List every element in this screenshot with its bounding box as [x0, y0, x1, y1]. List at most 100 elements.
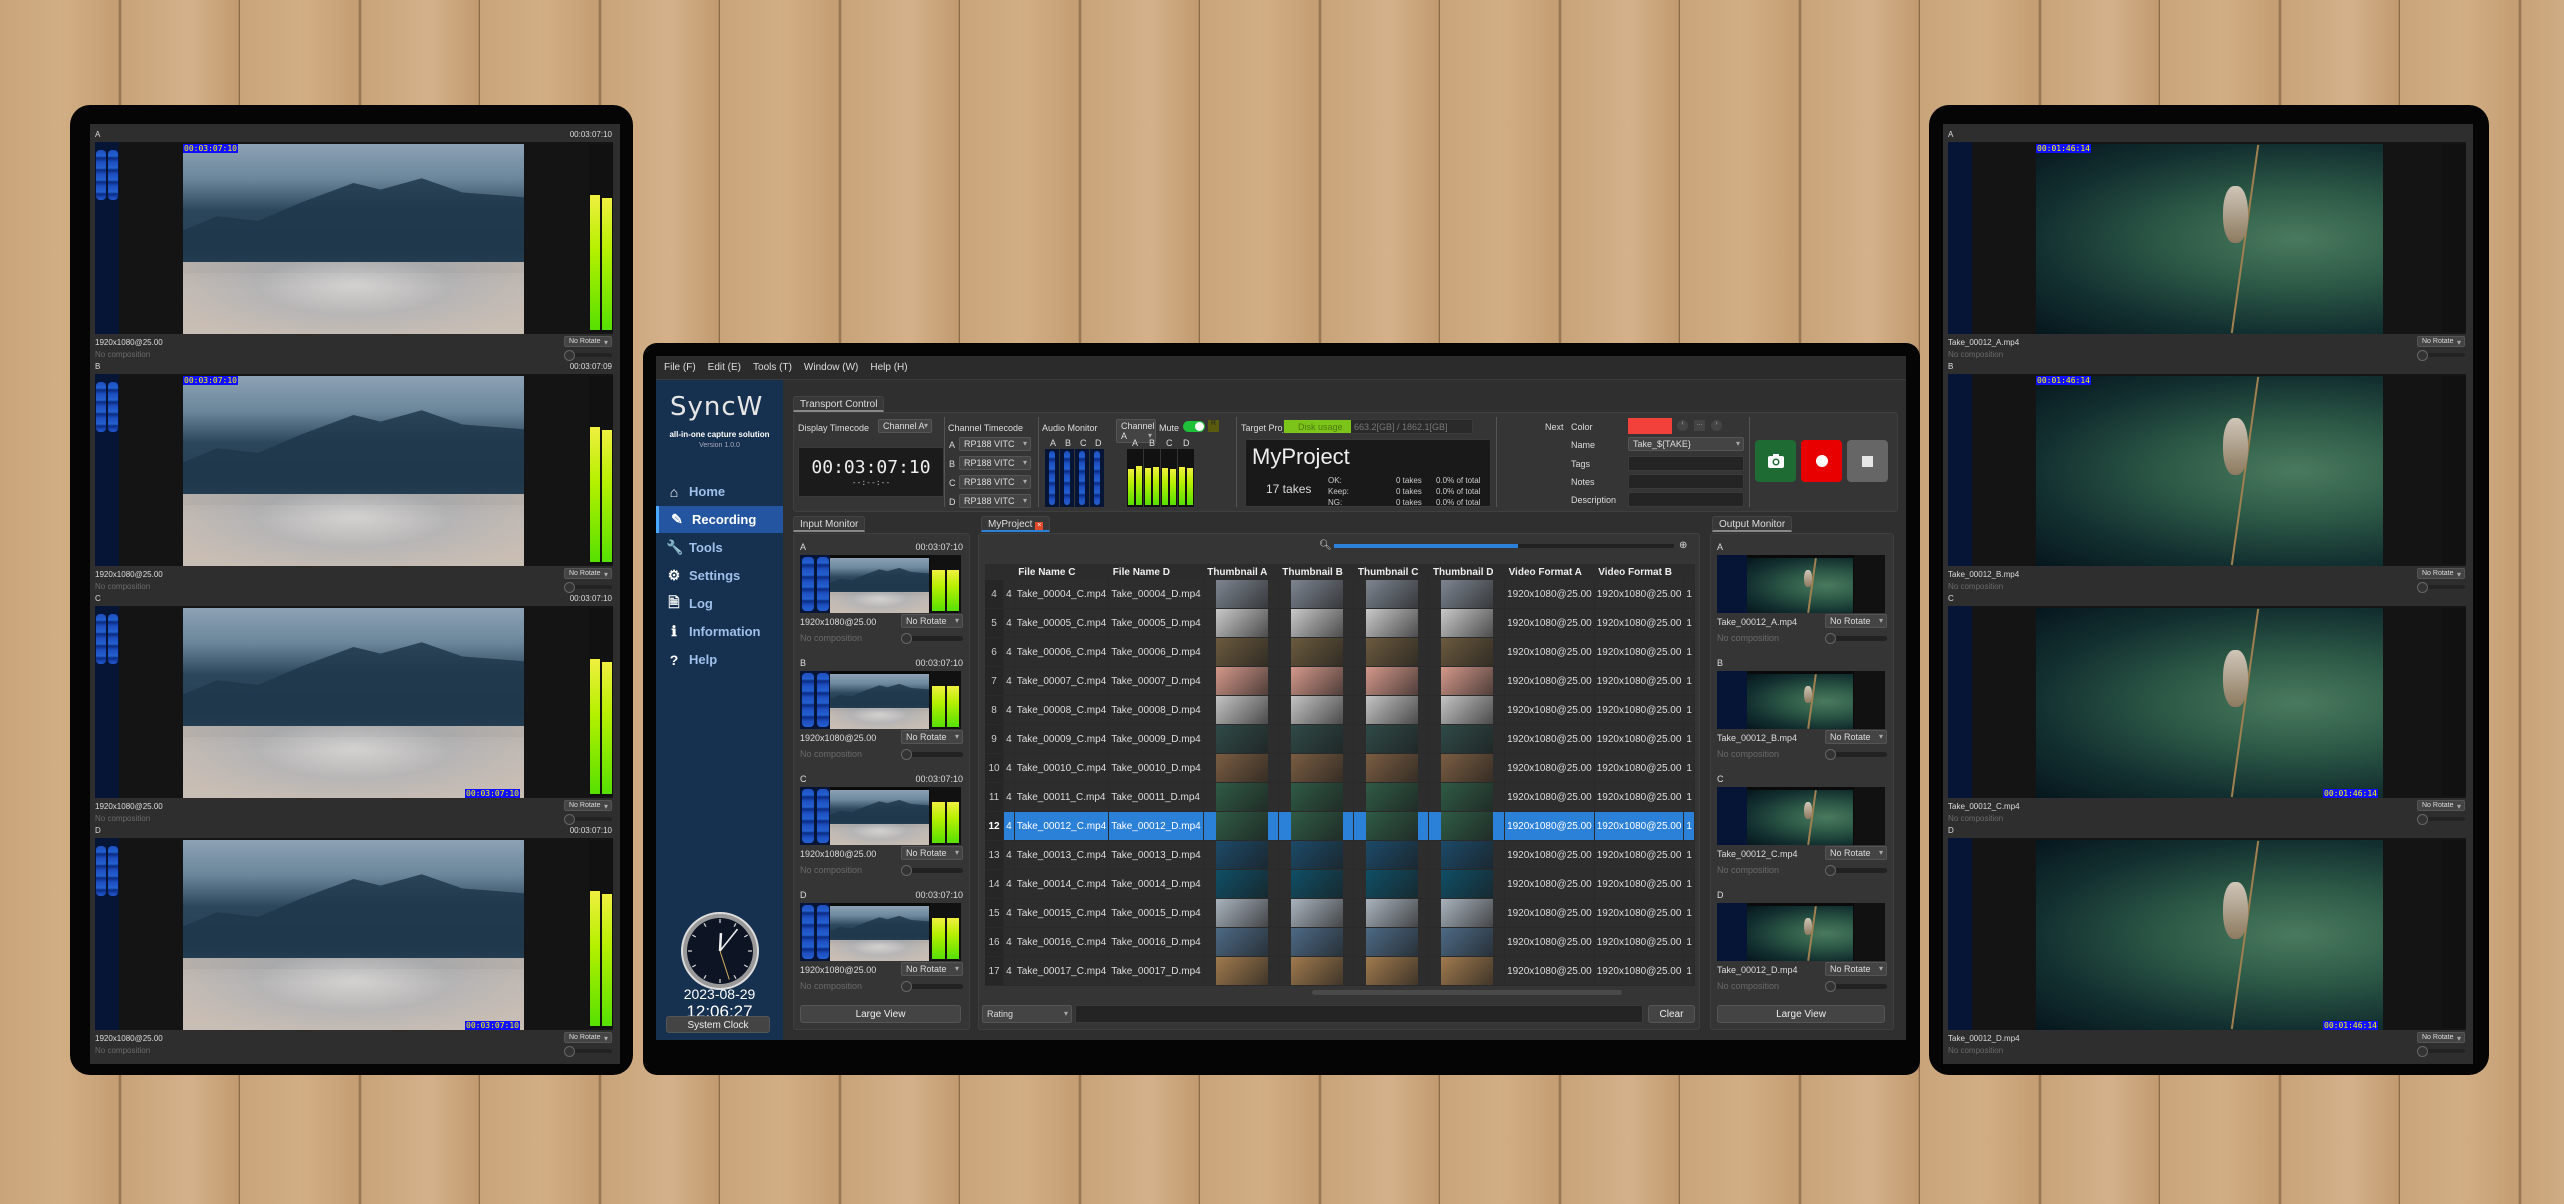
more-button[interactable]: ...: [1694, 420, 1705, 431]
close-tab-icon[interactable]: ×: [1035, 522, 1044, 530]
table-row[interactable]: 8 4 Take_00008_C.mp4 Take_00008_D.mp4 1920x1…: [985, 695, 1695, 726]
column-header[interactable]: [985, 564, 1004, 580]
table-row[interactable]: 13 4 Take_00013_C.mp4 Take_00013_D.mp4 1920x…: [985, 840, 1695, 871]
channel-d-timecode-source[interactable]: RP188 VITC: [959, 494, 1031, 508]
stop-button[interactable]: [1847, 440, 1888, 482]
composition-slider[interactable]: [2417, 582, 2465, 593]
filter-field-select[interactable]: Rating: [982, 1005, 1072, 1023]
table-row[interactable]: 16 4 Take_00016_C.mp4 Take_00016_D.mp4 1920x…: [985, 927, 1695, 958]
video-preview-b[interactable]: 00:01:46:14: [1948, 374, 2466, 566]
composition-slider[interactable]: [2417, 1046, 2465, 1057]
column-header[interactable]: [1683, 564, 1695, 580]
table-row[interactable]: 6 4 Take_00006_C.mp4 Take_00006_D.mp4 1920x1…: [985, 637, 1695, 668]
menu-file[interactable]: File (F): [664, 362, 696, 373]
column-header[interactable]: Video Format B: [1594, 564, 1684, 580]
table-row[interactable]: 15 4 Take_00015_C.mp4 Take_00015_D.mp4 1920x…: [985, 898, 1695, 929]
large-view-button[interactable]: Large View: [1717, 1005, 1885, 1023]
r-button[interactable]: R: [1208, 420, 1219, 432]
column-header[interactable]: Thumbnail A: [1203, 564, 1279, 580]
table-row[interactable]: 11 4 Take_00011_C.mp4 Take_00011_D.mp4 1920x…: [985, 782, 1695, 813]
composition-slider[interactable]: [901, 865, 963, 876]
composition-slider[interactable]: [1825, 749, 1887, 760]
video-preview-b[interactable]: 00:03:07:10: [95, 374, 613, 566]
sidebar-item-information[interactable]: ℹ Information: [656, 618, 783, 645]
rotate-select[interactable]: No Rotate: [2417, 1032, 2465, 1043]
composition-slider[interactable]: [564, 582, 612, 593]
record-button[interactable]: [1801, 440, 1842, 482]
composition-slider[interactable]: [1825, 633, 1887, 644]
system-clock-button[interactable]: System Clock: [666, 1016, 770, 1033]
clear-filter-button[interactable]: Clear: [1648, 1005, 1695, 1023]
menu-window[interactable]: Window (W): [804, 362, 858, 373]
thumbnail-zoom-slider[interactable]: [1334, 544, 1674, 548]
menu-tools[interactable]: Tools (T): [753, 362, 792, 373]
composition-slider[interactable]: [564, 1046, 612, 1057]
composition-slider[interactable]: [901, 981, 963, 992]
rotate-select[interactable]: No Rotate: [2417, 336, 2465, 347]
table-row[interactable]: 9 4 Take_00009_C.mp4 Take_00009_D.mp4 1920x1…: [985, 724, 1695, 755]
composition-slider[interactable]: [901, 749, 963, 760]
rotate-select[interactable]: No Rotate: [901, 730, 963, 744]
sidebar-item-help[interactable]: ? Help: [656, 646, 783, 673]
zoom-out-icon[interactable]: 🔍︎: [1319, 540, 1332, 551]
channel-a-timecode-source[interactable]: RP188 VITC: [959, 437, 1031, 451]
rotate-select[interactable]: No Rotate: [564, 800, 612, 811]
table-row[interactable]: 10 4 Take_00010_C.mp4 Take_00010_D.mp4 1920x…: [985, 753, 1695, 784]
composition-slider[interactable]: [2417, 814, 2465, 825]
large-view-button[interactable]: Large View: [800, 1005, 961, 1023]
column-header[interactable]: Thumbnail C: [1353, 564, 1429, 580]
table-row[interactable]: 14 4 Take_00014_C.mp4 Take_00014_D.mp4 1920x…: [985, 869, 1695, 900]
video-preview-c[interactable]: [1717, 787, 1885, 845]
column-header[interactable]: [1003, 564, 1015, 580]
sidebar-item-settings[interactable]: ⚙ Settings: [656, 562, 783, 589]
column-header[interactable]: Thumbnail D: [1428, 564, 1505, 580]
notes-input[interactable]: [1628, 474, 1744, 489]
video-preview-c[interactable]: 00:03:07:10: [95, 606, 613, 798]
video-preview-d[interactable]: [1717, 903, 1885, 961]
video-preview-c[interactable]: 00:01:46:14: [1948, 606, 2466, 798]
video-preview-a[interactable]: 00:01:46:14: [1948, 142, 2466, 334]
tab-transport-control[interactable]: Transport Control: [793, 396, 885, 412]
sidebar-item-recording[interactable]: ✎ Recording: [656, 506, 783, 533]
table-row[interactable]: 17 4 Take_00017_C.mp4 Take_00017_D.mp4 1920x…: [985, 956, 1695, 987]
rotate-select[interactable]: No Rotate: [901, 846, 963, 860]
display-timecode-channel-select[interactable]: Channel A: [878, 419, 932, 433]
column-header[interactable]: Thumbnail B: [1278, 564, 1354, 580]
rotate-select[interactable]: No Rotate: [1825, 614, 1887, 628]
filter-input[interactable]: [1075, 1005, 1643, 1023]
column-header[interactable]: Video Format A: [1504, 564, 1595, 580]
rotate-select[interactable]: No Rotate: [2417, 800, 2465, 811]
snapshot-button[interactable]: [1755, 440, 1796, 482]
take-name-select[interactable]: Take_${TAKE}: [1628, 437, 1744, 451]
video-preview-a[interactable]: 00:03:07:10: [95, 142, 613, 334]
zoom-in-icon[interactable]: ⊕: [1679, 540, 1687, 551]
channel-c-timecode-source[interactable]: RP188 VITC: [959, 475, 1031, 489]
video-preview-d[interactable]: [800, 903, 961, 961]
sidebar-item-log[interactable]: 🗎 Log: [656, 590, 783, 617]
video-preview-c[interactable]: [800, 787, 961, 845]
sidebar-item-tools[interactable]: 🔧 Tools: [656, 534, 783, 561]
next-color-button[interactable]: ›: [1711, 420, 1722, 431]
rotate-select[interactable]: No Rotate: [901, 962, 963, 976]
rotate-select[interactable]: No Rotate: [901, 614, 963, 628]
rotate-select[interactable]: No Rotate: [2417, 568, 2465, 579]
tab-output-monitor[interactable]: Output Monitor: [1712, 516, 1793, 532]
column-header[interactable]: File Name D: [1108, 564, 1204, 580]
composition-slider[interactable]: [564, 814, 612, 825]
rotate-select[interactable]: No Rotate: [564, 336, 612, 347]
prev-color-button[interactable]: ‹: [1677, 420, 1688, 431]
tags-input[interactable]: [1628, 456, 1744, 471]
video-preview-d[interactable]: 00:03:07:10: [95, 838, 613, 1030]
sidebar-item-home[interactable]: ⌂ Home: [656, 478, 783, 505]
channel-b-timecode-source[interactable]: RP188 VITC: [959, 456, 1031, 470]
menu-help[interactable]: Help (H): [870, 362, 907, 373]
video-preview-a[interactable]: [1717, 555, 1885, 613]
table-row[interactable]: 5 4 Take_00005_C.mp4 Take_00005_D.mp4 1920x1…: [985, 608, 1695, 639]
rotate-select[interactable]: No Rotate: [1825, 962, 1887, 976]
table-row[interactable]: 7 4 Take_00007_C.mp4 Take_00007_D.mp4 1920x1…: [985, 666, 1695, 697]
composition-slider[interactable]: [901, 633, 963, 644]
description-input[interactable]: [1628, 492, 1744, 507]
rotate-select[interactable]: No Rotate: [1825, 846, 1887, 860]
composition-slider[interactable]: [1825, 865, 1887, 876]
mute-toggle[interactable]: [1183, 421, 1205, 432]
